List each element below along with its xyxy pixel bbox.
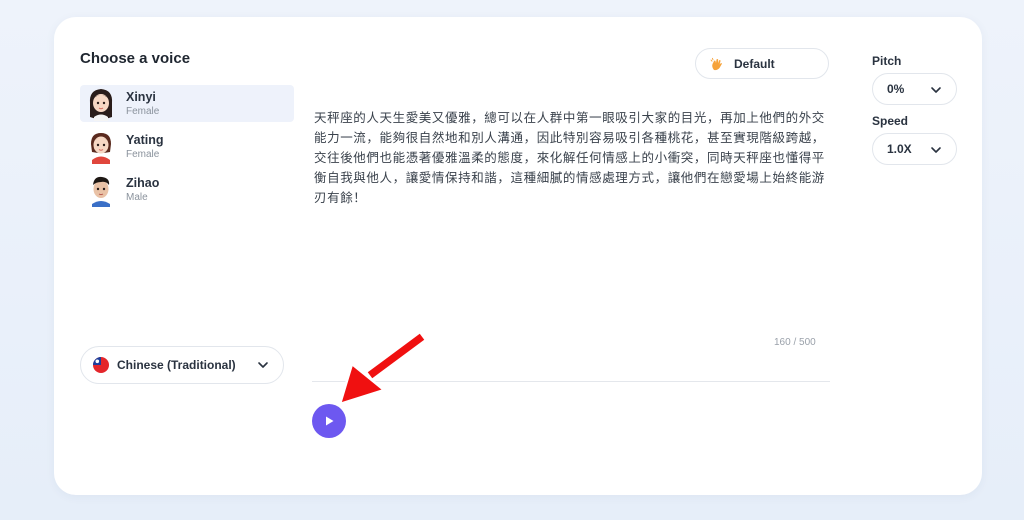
character-count: 160 / 500 — [774, 337, 816, 348]
choose-voice-title: Choose a voice — [80, 50, 191, 67]
language-label: Chinese (Traditional) — [117, 358, 236, 372]
text-editor[interactable]: 天秤座的人天生愛美又優雅，總可以在人群中第一眼吸引大家的目光，再加上他們的外交能… — [314, 108, 834, 208]
voice-gender: Male — [126, 191, 148, 203]
style-default-button[interactable]: Default — [695, 48, 829, 79]
voice-gender: Female — [126, 105, 160, 117]
taiwan-flag-icon — [93, 357, 109, 373]
avatar-xinyi — [89, 88, 113, 121]
avatar-zihao — [92, 176, 110, 207]
pitch-select[interactable]: 0% — [872, 73, 957, 105]
chevron-down-icon — [931, 87, 941, 93]
pitch-label: Pitch — [872, 54, 902, 68]
chevron-down-icon — [931, 147, 941, 153]
voice-item-xinyi[interactable]: Xinyi Female — [80, 85, 294, 122]
style-default-label: Default — [734, 56, 775, 71]
voice-name: Zihao — [126, 175, 160, 190]
voice-gender: Female — [126, 148, 160, 160]
voice-name: Xinyi — [126, 89, 156, 104]
voice-name: Yating — [126, 132, 164, 147]
speed-label: Speed — [872, 114, 909, 128]
play-icon — [326, 416, 334, 426]
pitch-value: 0% — [887, 82, 905, 96]
voice-list: Xinyi Female Yating Female Zihao Male — [80, 85, 294, 214]
annotation-arrow-icon — [338, 330, 428, 406]
avatar-yating — [91, 132, 111, 164]
language-select[interactable]: Chinese (Traditional) — [80, 346, 284, 384]
voice-item-zihao[interactable]: Zihao Male — [80, 171, 294, 208]
speed-select[interactable]: 1.0X — [872, 133, 957, 165]
hand-wave-icon — [710, 57, 722, 70]
voice-item-yating[interactable]: Yating Female — [80, 128, 294, 165]
chevron-down-icon — [258, 362, 268, 368]
speed-value: 1.0X — [887, 142, 912, 156]
